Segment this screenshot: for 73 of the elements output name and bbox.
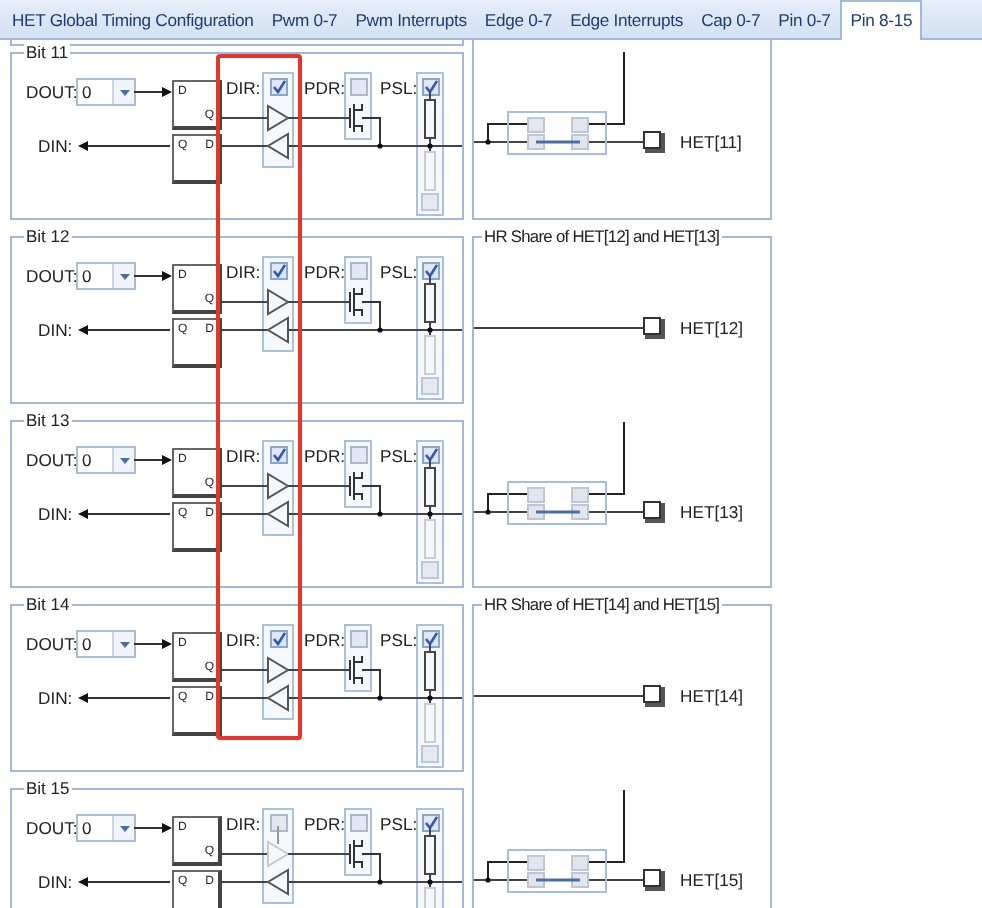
bit-title: Bit 13 — [24, 410, 72, 430]
dout-label: DOUT: — [26, 818, 78, 838]
dir-label: DIR: — [226, 262, 261, 282]
caret-icon — [119, 89, 129, 95]
din-label: DIN: — [38, 320, 73, 340]
tab[interactable]: Pin 0-7 — [770, 4, 839, 38]
dir-checkbox[interactable] — [269, 78, 287, 96]
pin-label: HET[11] — [680, 132, 742, 152]
caret-icon — [119, 641, 129, 647]
bit-title: Bit 14 — [24, 594, 72, 614]
pin-label: HET[14] — [680, 686, 744, 706]
pdr-label: PDR: — [304, 630, 346, 650]
pdr-checkbox[interactable] — [349, 78, 367, 96]
pin-label: HET[12] — [680, 318, 744, 338]
dout-dropdown[interactable]: 0 — [76, 78, 136, 106]
bit-title: Bit 15 — [24, 778, 72, 798]
dout-dropdown[interactable]: 0 — [76, 446, 136, 474]
pdr-label: PDR: — [304, 446, 346, 466]
psl-checkbox[interactable] — [421, 262, 439, 280]
pdr-label: PDR: — [304, 78, 346, 98]
dout-label: DOUT: — [26, 634, 78, 654]
dout-label: DOUT: — [26, 266, 78, 286]
tab[interactable]: Pwm 0-7 — [263, 4, 346, 38]
dir-checkbox[interactable] — [269, 446, 287, 464]
tab[interactable]: Edge Interrupts — [562, 4, 692, 38]
pin-label: HET[13] — [680, 502, 744, 522]
pdr-checkbox[interactable] — [349, 814, 367, 832]
dout-dropdown[interactable]: 0 — [76, 262, 136, 290]
dir-label: DIR: — [226, 814, 261, 834]
dir-label: DIR: — [226, 78, 261, 98]
psl-checkbox[interactable] — [421, 814, 439, 832]
dir-label: DIR: — [226, 630, 261, 650]
psl-label: PSL: — [380, 78, 418, 98]
tab[interactable]: Cap 0-7 — [693, 4, 769, 38]
hr-share-title: HR Share of HET[12] and HET[13] — [482, 226, 722, 246]
tab[interactable]: Pwm Interrupts — [347, 4, 475, 38]
tab[interactable]: HET Global Timing Configuration — [4, 4, 262, 38]
din-label: DIN: — [38, 136, 73, 156]
dir-checkbox[interactable] — [269, 262, 287, 280]
psl-label: PSL: — [380, 630, 418, 650]
pdr-checkbox[interactable] — [349, 262, 367, 280]
psl-label: PSL: — [380, 262, 418, 282]
pin-label: HET[15] — [680, 870, 744, 890]
tab[interactable]: Edge 0-7 — [476, 4, 561, 38]
caret-icon — [119, 457, 129, 463]
caret-icon — [119, 825, 129, 831]
hr-switch-drawing — [484, 52, 628, 156]
pdr-checkbox[interactable] — [349, 630, 367, 648]
psl-checkbox[interactable] — [421, 78, 439, 96]
dir-checkbox[interactable] — [269, 630, 287, 648]
pdr-label: PDR: — [304, 262, 346, 282]
psl-checkbox[interactable] — [421, 446, 439, 464]
bit-title: Bit 12 — [24, 226, 72, 246]
psl-label: PSL: — [380, 446, 418, 466]
dout-label: DOUT: — [26, 82, 78, 102]
din-label: DIN: — [38, 872, 73, 892]
pdr-label: PDR: — [304, 814, 346, 834]
dout-dropdown[interactable]: 0 — [76, 630, 136, 658]
psl-checkbox[interactable] — [421, 630, 439, 648]
tab[interactable]: Pin 8-15 — [840, 0, 923, 40]
din-label: DIN: — [38, 504, 73, 524]
hr-switch-drawing — [484, 422, 628, 526]
dout-dropdown[interactable]: 0 — [76, 814, 136, 842]
hr-share-title: HR Share of HET[14] and HET[15] — [482, 594, 722, 614]
dout-label: DOUT: — [26, 450, 78, 470]
hr-switch-drawing — [484, 790, 628, 894]
pdr-checkbox[interactable] — [349, 446, 367, 464]
bit-title: Bit 11 — [24, 42, 71, 62]
psl-label: PSL: — [380, 814, 418, 834]
caret-icon — [119, 273, 129, 279]
dir-label: DIR: — [226, 446, 261, 466]
din-label: DIN: — [38, 688, 73, 708]
dir-checkbox[interactable] — [269, 814, 287, 832]
